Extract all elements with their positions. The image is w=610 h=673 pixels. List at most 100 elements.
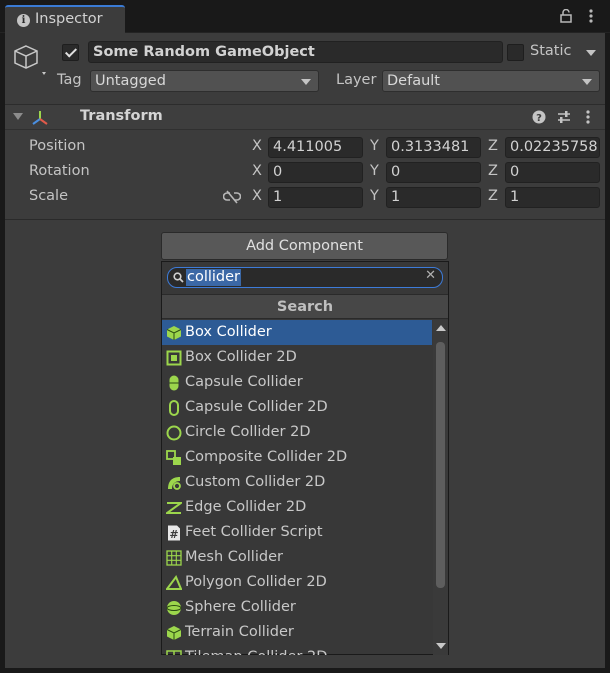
- chevron-down-icon: [582, 79, 592, 85]
- composite-collider-2d-icon: [166, 450, 181, 465]
- add-component-popup: collider ✕ Search Box Collider Box Colli…: [161, 261, 449, 655]
- search-icon: [173, 272, 184, 283]
- gameobject-icon[interactable]: [12, 42, 48, 78]
- rotation-z-axis-label[interactable]: Z: [488, 163, 498, 179]
- scale-y-axis-label[interactable]: Y: [370, 188, 379, 204]
- list-item-feet-collider-script[interactable]: # Feet Collider Script: [162, 520, 432, 545]
- chevron-down-icon: [301, 79, 311, 85]
- list-item-composite-collider-2d[interactable]: Composite Collider 2D: [162, 445, 432, 470]
- scroll-down-arrow-icon[interactable]: [436, 643, 446, 649]
- lock-icon[interactable]: [560, 9, 572, 23]
- sphere-collider-icon: [166, 601, 182, 615]
- list-item-terrain-collider[interactable]: Terrain Collider: [162, 620, 432, 645]
- static-label: Static: [530, 43, 572, 59]
- list-item-custom-collider-2d[interactable]: Custom Collider 2D: [162, 470, 432, 495]
- transform-icon: [32, 111, 48, 125]
- list-item-label: Tilemap Collider 2D: [185, 645, 327, 655]
- list-item-label: Box Collider: [185, 324, 272, 340]
- static-checkbox[interactable]: [507, 44, 524, 61]
- list-item-label: Mesh Collider: [185, 549, 283, 565]
- kebab-menu-icon[interactable]: [588, 9, 594, 25]
- position-x-axis-label[interactable]: X: [252, 138, 262, 154]
- gameobject-name-field[interactable]: Some Random GameObject: [88, 41, 503, 63]
- svg-text:?: ?: [536, 113, 542, 124]
- static-dropdown-icon[interactable]: [586, 50, 596, 56]
- tag-label: Tag: [57, 72, 82, 88]
- scale-x-axis-label[interactable]: X: [252, 188, 262, 204]
- scale-y-field[interactable]: 1: [386, 187, 481, 208]
- scale-z-axis-label[interactable]: Z: [488, 188, 498, 204]
- list-item-label: Capsule Collider 2D: [185, 399, 328, 415]
- component-list: Box Collider Box Collider 2D Capsule Col…: [162, 320, 432, 655]
- component-search-input[interactable]: collider ✕: [167, 267, 443, 288]
- transform-title: Transform: [80, 108, 163, 124]
- position-z-axis-label[interactable]: Z: [488, 138, 498, 154]
- divider: [5, 219, 605, 220]
- active-checkbox[interactable]: [62, 44, 79, 61]
- list-item-label: Custom Collider 2D: [185, 474, 326, 490]
- svg-text:#: #: [169, 528, 178, 541]
- capsule-collider-icon: [169, 375, 179, 391]
- scale-z-field[interactable]: 1: [505, 187, 600, 208]
- list-item-edge-collider-2d[interactable]: Edge Collider 2D: [162, 495, 432, 520]
- list-item-label: Box Collider 2D: [185, 349, 297, 365]
- list-item-label: Circle Collider 2D: [185, 424, 311, 440]
- tab-inspector-label: Inspector: [35, 11, 103, 27]
- list-item-circle-collider-2d[interactable]: Circle Collider 2D: [162, 420, 432, 445]
- preset-sliders-icon[interactable]: [557, 110, 571, 124]
- scrollbar-thumb[interactable]: [436, 342, 445, 588]
- position-label: Position: [29, 138, 86, 154]
- layer-value: Default: [387, 73, 440, 89]
- list-item-label: Capsule Collider: [185, 374, 303, 390]
- edge-collider-2d-icon: [166, 502, 182, 514]
- inspector-panel: Some Random GameObject Static Tag Untagg…: [5, 33, 605, 668]
- list-item-label: Sphere Collider: [185, 599, 296, 615]
- list-item-tilemap-collider-2d[interactable]: Tilemap Collider 2D: [162, 645, 432, 655]
- search-query: collider: [186, 269, 242, 286]
- position-x-field[interactable]: 4.411005: [268, 137, 363, 158]
- list-item-polygon-collider-2d[interactable]: Polygon Collider 2D: [162, 570, 432, 595]
- position-z-field[interactable]: 0.02235758: [505, 137, 600, 158]
- list-item-box-collider[interactable]: Box Collider: [162, 320, 432, 345]
- tag-dropdown[interactable]: Untagged: [90, 70, 319, 92]
- rotation-z-field[interactable]: 0: [505, 162, 600, 183]
- tab-inspector[interactable]: i Inspector: [5, 5, 125, 34]
- transform-header[interactable]: Transform ?: [5, 104, 605, 130]
- rotation-y-field[interactable]: 0: [386, 162, 481, 183]
- circle-collider-2d-icon: [166, 425, 182, 441]
- layer-dropdown[interactable]: Default: [382, 70, 600, 92]
- list-item-sphere-collider[interactable]: Sphere Collider: [162, 595, 432, 620]
- list-item-capsule-collider[interactable]: Capsule Collider: [162, 370, 432, 395]
- add-component-button[interactable]: Add Component: [161, 232, 448, 260]
- foldout-arrow-icon[interactable]: [13, 113, 23, 120]
- component-menu-icon[interactable]: [585, 110, 591, 126]
- list-item-label: Feet Collider Script: [185, 524, 323, 540]
- scroll-up-arrow-icon[interactable]: [436, 325, 446, 331]
- terrain-collider-icon: [166, 626, 182, 640]
- script-icon: #: [168, 525, 180, 541]
- position-y-axis-label[interactable]: Y: [370, 138, 379, 154]
- box-collider-icon: [166, 326, 182, 340]
- clear-icon[interactable]: ✕: [425, 268, 436, 283]
- position-y-field[interactable]: 0.3133481: [386, 137, 481, 158]
- unlinked-chain-icon[interactable]: [223, 190, 241, 204]
- help-icon[interactable]: ?: [532, 110, 546, 124]
- scale-label: Scale: [29, 188, 69, 204]
- capsule-collider-2d-icon: [169, 400, 179, 416]
- list-item-box-collider-2d[interactable]: Box Collider 2D: [162, 345, 432, 370]
- rotation-x-field[interactable]: 0: [268, 162, 363, 183]
- custom-collider-2d-icon: [168, 477, 181, 490]
- list-item-label: Terrain Collider: [185, 624, 294, 640]
- list-scrollbar[interactable]: [433, 320, 448, 655]
- rotation-label: Rotation: [29, 163, 90, 179]
- mesh-collider-icon: [166, 550, 182, 566]
- list-item-label: Edge Collider 2D: [185, 499, 307, 515]
- scale-x-field[interactable]: 1: [268, 187, 363, 208]
- rotation-y-axis-label[interactable]: Y: [370, 163, 379, 179]
- rotation-x-axis-label[interactable]: X: [252, 163, 262, 179]
- search-results-header: Search: [162, 294, 448, 319]
- list-item-mesh-collider[interactable]: Mesh Collider: [162, 545, 432, 570]
- polygon-collider-2d-icon: [166, 575, 182, 590]
- box-collider-2d-icon: [166, 350, 182, 366]
- list-item-capsule-collider-2d[interactable]: Capsule Collider 2D: [162, 395, 432, 420]
